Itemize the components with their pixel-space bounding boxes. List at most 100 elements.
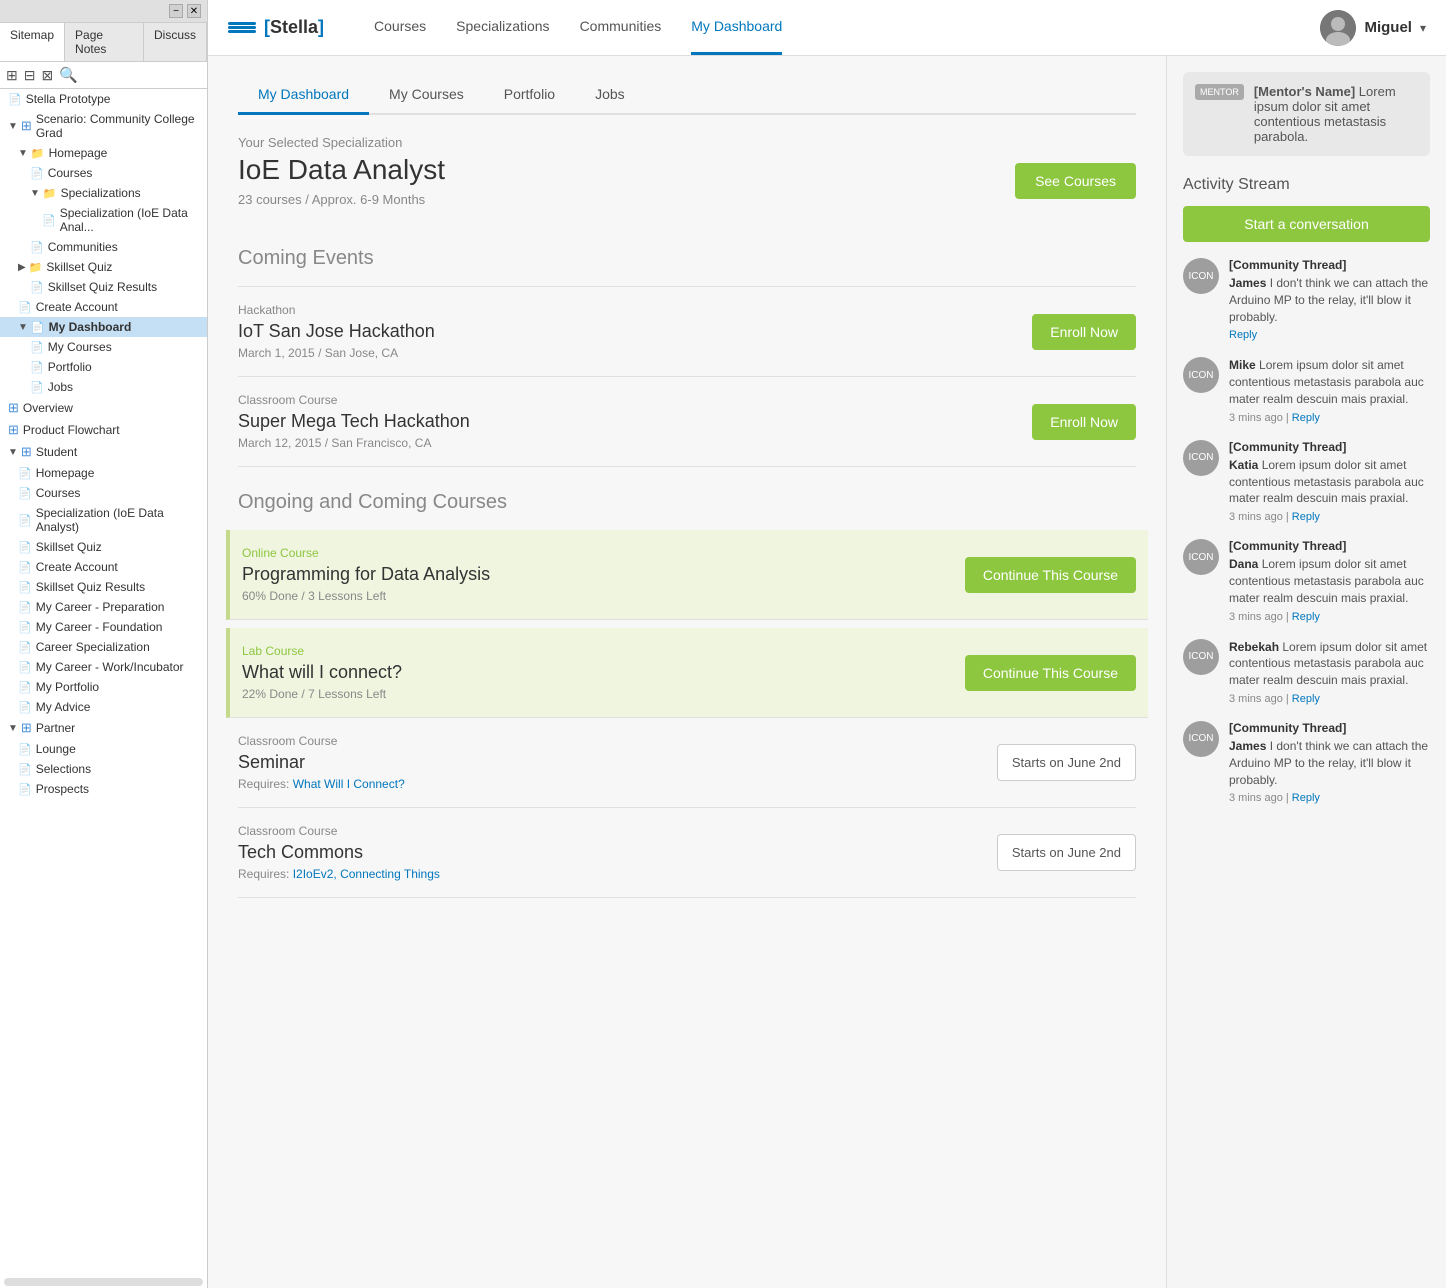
enroll-button-1[interactable]: Enroll Now	[1032, 314, 1136, 350]
sidebar-scrollbar[interactable]	[4, 1278, 203, 1286]
tree-item-partner[interactable]: ▼ ⊞ Partner	[0, 717, 207, 739]
activity-footer-2: 3 mins ago | Reply	[1229, 511, 1430, 523]
page-icon: 📄	[18, 661, 32, 674]
coming-events-heading: Coming Events	[238, 247, 1136, 270]
folder-icon: 📁	[43, 187, 57, 200]
tree-item-student-quiz-results[interactable]: 📄 Skillset Quiz Results	[0, 577, 207, 597]
specialization-meta: 23 courses / Approx. 6-9 Months	[238, 192, 445, 207]
reply-link-3[interactable]: Reply	[1292, 611, 1320, 623]
tree-item-my-advice[interactable]: 📄 My Advice	[0, 697, 207, 717]
brand-name: [Stella]	[264, 17, 324, 38]
tree-item-overview[interactable]: ⊞ Overview	[0, 397, 207, 419]
tree-item-student-spec[interactable]: 📄 Specialization (IoE Data Analyst)	[0, 503, 207, 537]
reply-link-0[interactable]: Reply	[1229, 329, 1257, 341]
reply-link-5[interactable]: Reply	[1292, 792, 1320, 804]
enroll-button-2[interactable]: Enroll Now	[1032, 404, 1136, 440]
tree-item-student-courses[interactable]: 📄 Courses	[0, 483, 207, 503]
tab-my-courses[interactable]: My Courses	[369, 76, 484, 115]
tab-page-notes[interactable]: Page Notes	[65, 23, 144, 61]
tree-item-communities[interactable]: 📄 Communities	[0, 237, 207, 257]
event-info-1: Hackathon IoT San Jose Hackathon March 1…	[238, 303, 435, 360]
course-info-2: Lab Course What will I connect? 22% Done…	[242, 644, 402, 701]
page-icon: 📄	[30, 167, 44, 180]
sidebar-tab-bar: Sitemap Page Notes Discuss	[0, 23, 207, 62]
tree-item-product-flowchart[interactable]: ⊞ Product Flowchart	[0, 419, 207, 441]
mentor-text: [Mentor's Name] Lorem ipsum dolor sit am…	[1254, 84, 1418, 144]
tree-item-jobs[interactable]: 📄 Jobs	[0, 377, 207, 397]
reply-link-2[interactable]: Reply	[1292, 511, 1320, 523]
tree-item-create-account[interactable]: 📄 Create Account	[0, 297, 207, 317]
page-icon: 📄	[31, 321, 45, 334]
dropdown-arrow-icon[interactable]: ▾	[1420, 21, 1426, 35]
tree-item-lounge[interactable]: 📄 Lounge	[0, 739, 207, 759]
dashboard-tabs: My Dashboard My Courses Portfolio Jobs	[238, 76, 1136, 115]
grid-icon[interactable]: ⊞	[6, 67, 18, 84]
tree-item-scenario[interactable]: ▼ ⊞ Scenario: Community College Grad	[0, 109, 207, 143]
activity-footer-4: 3 mins ago | Reply	[1229, 693, 1430, 705]
tag-icon[interactable]: ⊟	[24, 67, 36, 84]
tree-item-homepage[interactable]: ▼ 📁 Homepage	[0, 143, 207, 163]
activity-content-4: Rebekah Lorem ipsum dolor sit amet conte…	[1229, 639, 1430, 705]
course-type-3: Classroom Course	[238, 734, 405, 748]
page-icon: 📄	[18, 301, 32, 314]
tab-discuss[interactable]: Discuss	[144, 23, 207, 61]
reply-link-1[interactable]: Reply	[1292, 412, 1320, 424]
tree-item-my-courses[interactable]: 📄 My Courses	[0, 337, 207, 357]
course-info-4: Classroom Course Tech Commons Requires: …	[238, 824, 440, 881]
tree-item-skillset-quiz[interactable]: ▶ 📁 Skillset Quiz	[0, 257, 207, 277]
course-title-1: Programming for Data Analysis	[242, 564, 490, 585]
activity-item-0: ICON [Community Thread] James I don't th…	[1183, 258, 1430, 341]
activity-item-5: ICON [Community Thread] James I don't th…	[1183, 721, 1430, 804]
see-courses-button[interactable]: See Courses	[1015, 163, 1136, 199]
tree-item-student-skillset[interactable]: 📄 Skillset Quiz	[0, 537, 207, 557]
nav-communities[interactable]: Communities	[580, 0, 662, 55]
search-icon[interactable]: 🔍	[59, 66, 78, 84]
tree-item-student-create-account[interactable]: 📄 Create Account	[0, 557, 207, 577]
tree-item-courses[interactable]: 📄 Courses	[0, 163, 207, 183]
event-type-1: Hackathon	[238, 303, 435, 317]
tree-item-stella-prototype[interactable]: 📄 Stella Prototype	[0, 89, 207, 109]
nav-specializations[interactable]: Specializations	[456, 0, 549, 55]
tree-item-prospects[interactable]: 📄 Prospects	[0, 779, 207, 799]
specialization-label: Your Selected Specialization	[238, 135, 445, 150]
tree-item-my-career-prep[interactable]: 📄 My Career - Preparation	[0, 597, 207, 617]
tree-item-selections[interactable]: 📄 Selections	[0, 759, 207, 779]
tree-item-my-portfolio[interactable]: 📄 My Portfolio	[0, 677, 207, 697]
continue-button-2[interactable]: Continue This Course	[965, 655, 1136, 691]
activity-text-0: James I don't think we can attach the Ar…	[1229, 275, 1430, 325]
starts-button-3[interactable]: Starts on June 2nd	[997, 744, 1136, 781]
cisco-bar-2	[228, 26, 256, 29]
tab-jobs[interactable]: Jobs	[575, 76, 645, 115]
event-row-2: Classroom Course Super Mega Tech Hackath…	[238, 377, 1136, 467]
tree-item-skillset-results[interactable]: 📄 Skillset Quiz Results	[0, 277, 207, 297]
link-icon[interactable]: ⊠	[41, 67, 53, 84]
event-title-1: IoT San Jose Hackathon	[238, 321, 435, 342]
starts-button-4[interactable]: Starts on June 2nd	[997, 834, 1136, 871]
start-conversation-button[interactable]: Start a conversation	[1183, 206, 1430, 242]
tree-item-career-specialization[interactable]: 📄 Career Specialization	[0, 637, 207, 657]
event-info-2: Classroom Course Super Mega Tech Hackath…	[238, 393, 470, 450]
continue-button-1[interactable]: Continue This Course	[965, 557, 1136, 593]
activity-item-2: ICON [Community Thread] Katia Lorem ipsu…	[1183, 440, 1430, 523]
tab-sitemap[interactable]: Sitemap	[0, 23, 65, 61]
ongoing-courses-heading: Ongoing and Coming Courses	[238, 491, 1136, 514]
nav-courses[interactable]: Courses	[374, 0, 426, 55]
nav-my-dashboard[interactable]: My Dashboard	[691, 0, 782, 55]
reply-link-4[interactable]: Reply	[1292, 693, 1320, 705]
tree-item-specializations[interactable]: ▼ 📁 Specializations	[0, 183, 207, 203]
tree-item-student[interactable]: ▼ ⊞ Student	[0, 441, 207, 463]
minimize-icon[interactable]: −	[169, 4, 183, 18]
tree-item-portfolio[interactable]: 📄 Portfolio	[0, 357, 207, 377]
course-type-4: Classroom Course	[238, 824, 440, 838]
tab-portfolio[interactable]: Portfolio	[484, 76, 575, 115]
activity-text-2: Katia Lorem ipsum dolor sit amet content…	[1229, 457, 1430, 507]
tree-item-student-homepage[interactable]: 📄 Homepage	[0, 463, 207, 483]
tree-item-specialization-ioe[interactable]: 📄 Specialization (IoE Data Anal...	[0, 203, 207, 237]
tree-item-my-career-work[interactable]: 📄 My Career - Work/Incubator	[0, 657, 207, 677]
expand-arrow: ▼	[18, 322, 28, 333]
tree-item-my-career-foundation[interactable]: 📄 My Career - Foundation	[0, 617, 207, 637]
tree-item-my-dashboard[interactable]: ▼ 📄 My Dashboard	[0, 317, 207, 337]
close-icon[interactable]: ✕	[187, 4, 201, 18]
tab-my-dashboard[interactable]: My Dashboard	[238, 76, 369, 115]
cisco-logo	[228, 22, 256, 33]
